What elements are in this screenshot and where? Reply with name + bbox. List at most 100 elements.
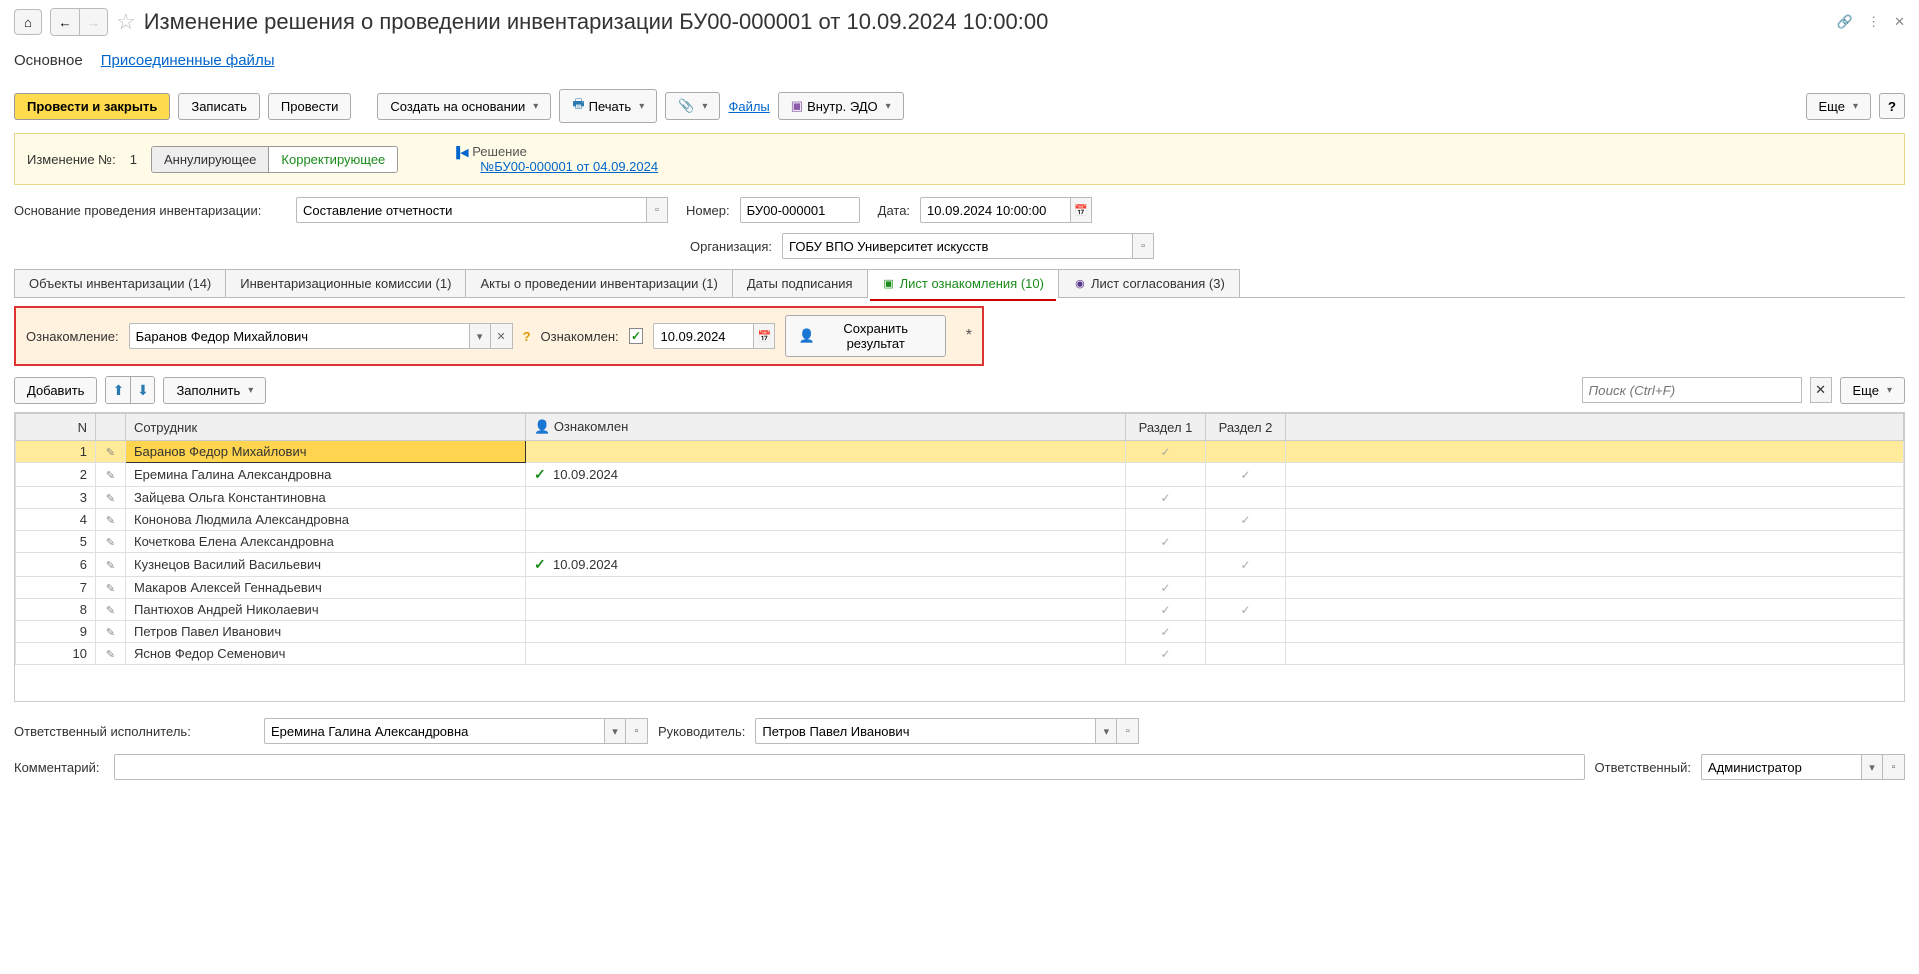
post-close-button[interactable]: Провести и закрыть	[14, 93, 170, 120]
org-field[interactable]	[782, 233, 1132, 259]
acknowledged-checkbox[interactable]: ✓	[629, 328, 644, 344]
more-button[interactable]: Еще	[1806, 93, 1871, 120]
open-icon[interactable]: ▫	[1132, 233, 1154, 259]
pencil-icon[interactable]: ✎	[106, 649, 115, 661]
save-result-button[interactable]: 👤 Сохранить результат	[785, 315, 945, 357]
ack-date-field[interactable]	[653, 323, 753, 349]
open-icon[interactable]: ▫	[646, 197, 668, 223]
edit-cell[interactable]: ✎	[96, 441, 126, 463]
save-button[interactable]: Записать	[178, 93, 260, 120]
comment-field[interactable]	[114, 754, 1585, 780]
table-row[interactable]: 10✎Яснов Федор Семенович✓	[16, 643, 1904, 665]
section-tab-main[interactable]: Основное	[14, 48, 83, 73]
more-icon[interactable]: ⋮	[1867, 14, 1880, 30]
owner-field[interactable]	[1701, 754, 1861, 780]
move-down-button[interactable]: ⬇	[130, 377, 154, 403]
tab-commissions[interactable]: Инвентаризационные комиссии (1)	[225, 269, 466, 297]
files-link[interactable]: Файлы	[728, 99, 769, 114]
edit-cell[interactable]: ✎	[96, 643, 126, 665]
org-input[interactable]: ▫	[782, 233, 1154, 259]
table-row[interactable]: 1✎Баранов Федор Михайлович✓	[16, 441, 1904, 463]
table-row[interactable]: 6✎Кузнецов Василий Васильевич✓ 10.09.202…	[16, 553, 1904, 577]
toggle-annul[interactable]: Аннулирующее	[152, 147, 269, 172]
table-row[interactable]: 3✎Зайцева Ольга Константиновна✓	[16, 487, 1904, 509]
pencil-icon[interactable]: ✎	[106, 470, 115, 482]
decision-link[interactable]: №БУ00-000001 от 04.09.2024	[480, 159, 658, 174]
print-button[interactable]: 🖶 Печать	[559, 89, 657, 123]
toggle-correct[interactable]: Корректирующее	[269, 147, 397, 172]
col-section1[interactable]: Раздел 1	[1126, 414, 1206, 441]
date-input[interactable]: 📅	[920, 197, 1092, 223]
pencil-icon[interactable]: ✎	[106, 583, 115, 595]
open-icon[interactable]: ▫	[1883, 754, 1905, 780]
pencil-icon[interactable]: ✎	[106, 560, 115, 572]
search-input[interactable]	[1582, 377, 1802, 403]
chevron-down-icon[interactable]: ▾	[604, 718, 626, 744]
calendar-icon[interactable]: 📅	[753, 323, 775, 349]
fill-button[interactable]: Заполнить	[163, 377, 266, 404]
add-row-button[interactable]: Добавить	[14, 377, 97, 404]
edit-cell[interactable]: ✎	[96, 577, 126, 599]
calendar-icon[interactable]: 📅	[1070, 197, 1092, 223]
move-up-button[interactable]: ⬆	[106, 377, 130, 403]
table-row[interactable]: 7✎Макаров Алексей Геннадьевич✓	[16, 577, 1904, 599]
help-button[interactable]: ?	[1879, 93, 1905, 119]
section-tab-files[interactable]: Присоединенные файлы	[101, 48, 275, 73]
head-field[interactable]	[755, 718, 1095, 744]
table-row[interactable]: 9✎Петров Павел Иванович✓	[16, 621, 1904, 643]
col-section2[interactable]: Раздел 2	[1206, 414, 1286, 441]
col-employee[interactable]: Сотрудник	[126, 414, 526, 441]
post-button[interactable]: Провести	[268, 93, 352, 120]
head-input[interactable]: ▾ ▫	[755, 718, 1139, 744]
hint-icon[interactable]: ?	[523, 329, 531, 344]
ack-date-input[interactable]: 📅	[653, 323, 775, 349]
edit-cell[interactable]: ✎	[96, 531, 126, 553]
col-n[interactable]: N	[16, 414, 96, 441]
edit-cell[interactable]: ✎	[96, 621, 126, 643]
attach-button[interactable]: 📎	[665, 92, 720, 120]
table-more-button[interactable]: Еще	[1840, 377, 1905, 404]
responsible-input[interactable]: ▾ ▫	[264, 718, 648, 744]
internal-edo-button[interactable]: ▣ Внутр. ЭДО	[778, 92, 904, 120]
edit-cell[interactable]: ✎	[96, 463, 126, 487]
open-icon[interactable]: ▫	[1117, 718, 1139, 744]
col-acknowledged[interactable]: 👤 Ознакомлен	[526, 414, 1126, 441]
num-field[interactable]	[740, 197, 860, 223]
responsible-field[interactable]	[264, 718, 604, 744]
tab-acknowledgement[interactable]: ▣ Лист ознакомления (10)	[867, 269, 1059, 297]
home-button[interactable]: ⌂	[14, 9, 42, 35]
table-row[interactable]: 4✎Кононова Людмила Александровна✓	[16, 509, 1904, 531]
pencil-icon[interactable]: ✎	[106, 605, 115, 617]
create-based-button[interactable]: Создать на основании	[377, 93, 551, 120]
open-icon[interactable]: ▫	[626, 718, 648, 744]
pencil-icon[interactable]: ✎	[106, 537, 115, 549]
forward-button[interactable]: →	[79, 9, 107, 35]
close-icon[interactable]: ✕	[1894, 14, 1905, 30]
chevron-down-icon[interactable]: ▾	[1095, 718, 1117, 744]
tab-acts[interactable]: Акты о проведении инвентаризации (1)	[465, 269, 732, 297]
tab-approval[interactable]: ◉ Лист согласования (3)	[1058, 269, 1240, 297]
owner-input[interactable]: ▾ ▫	[1701, 754, 1905, 780]
clear-search-button[interactable]: ✕	[1810, 377, 1832, 403]
clear-icon[interactable]: ✕	[491, 323, 513, 349]
pencil-icon[interactable]: ✎	[106, 515, 115, 527]
basis-input[interactable]: ▫	[296, 197, 668, 223]
change-type-toggle[interactable]: Аннулирующее Корректирующее	[151, 146, 398, 173]
chevron-down-icon[interactable]: ▾	[1861, 754, 1883, 780]
ack-person-field[interactable]	[129, 323, 469, 349]
tab-objects[interactable]: Объекты инвентаризации (14)	[14, 269, 226, 297]
table-row[interactable]: 8✎Пантюхов Андрей Николаевич✓✓	[16, 599, 1904, 621]
basis-field[interactable]	[296, 197, 646, 223]
back-button[interactable]: ←	[51, 9, 79, 35]
table-row[interactable]: 5✎Кочеткова Елена Александровна✓	[16, 531, 1904, 553]
link-icon[interactable]: 🔗	[1837, 14, 1853, 30]
edit-cell[interactable]: ✎	[96, 599, 126, 621]
edit-cell[interactable]: ✎	[96, 487, 126, 509]
pencil-icon[interactable]: ✎	[106, 627, 115, 639]
date-field[interactable]	[920, 197, 1070, 223]
table-row[interactable]: 2✎Еремина Галина Александровна✓ 10.09.20…	[16, 463, 1904, 487]
chevron-down-icon[interactable]: ▾	[469, 323, 491, 349]
ack-person-input[interactable]: ▾ ✕	[129, 323, 513, 349]
edit-cell[interactable]: ✎	[96, 509, 126, 531]
edit-cell[interactable]: ✎	[96, 553, 126, 577]
